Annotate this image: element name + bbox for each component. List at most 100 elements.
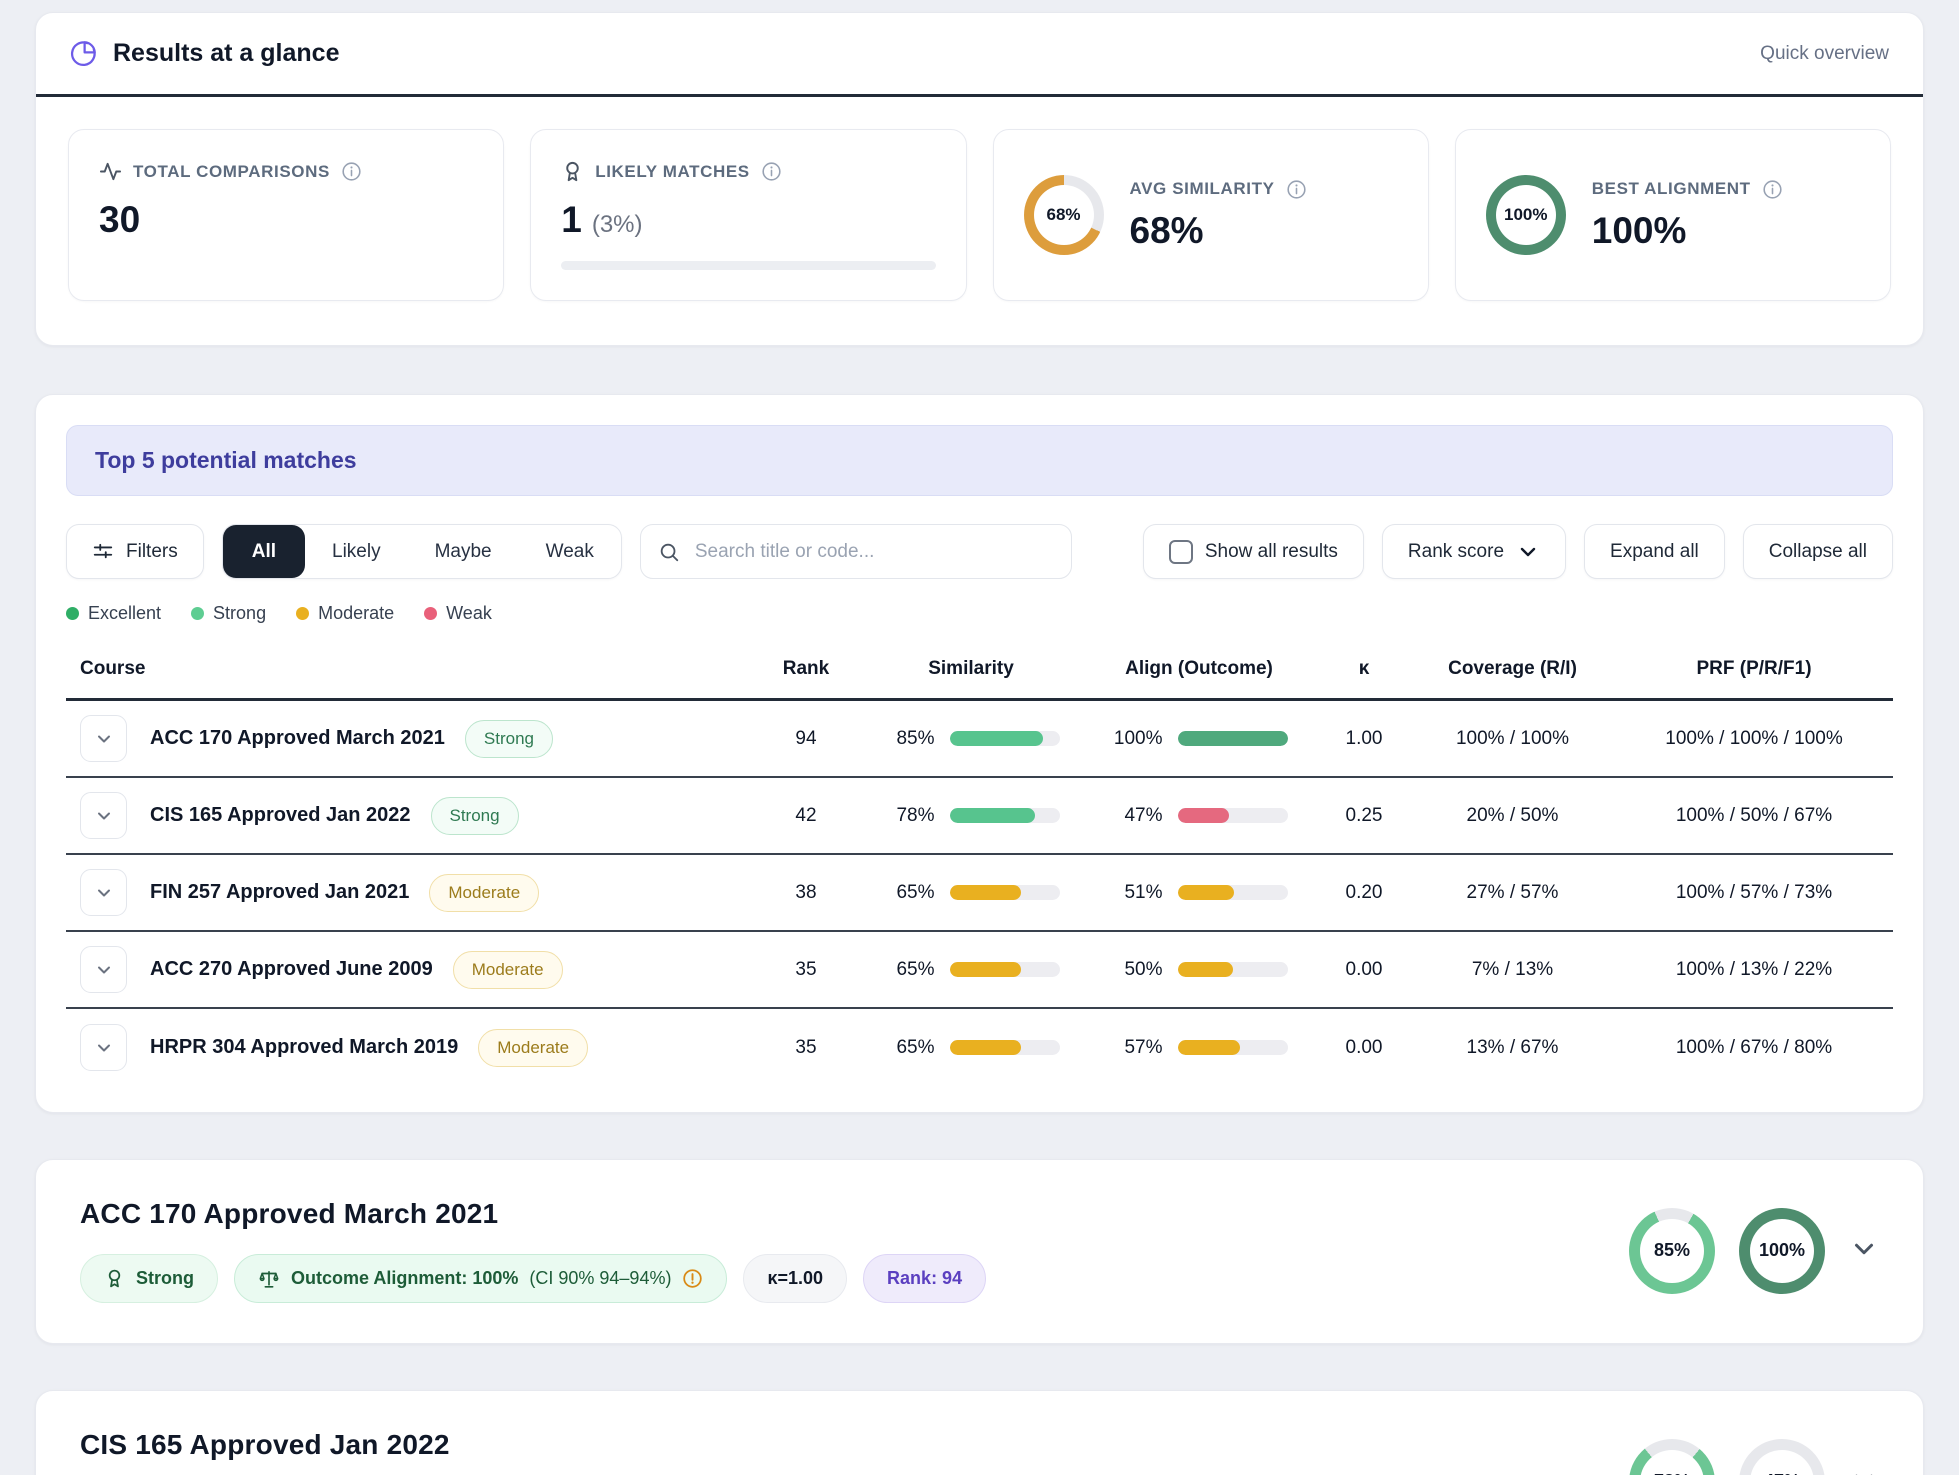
legend-item-moderate: Moderate bbox=[296, 603, 394, 624]
info-icon[interactable] bbox=[1286, 179, 1307, 200]
kappa-value: 1.00 bbox=[1318, 728, 1410, 750]
info-icon[interactable] bbox=[761, 161, 782, 182]
matches-banner: Top 5 potential matches bbox=[66, 425, 1893, 496]
prf-value: 100% / 57% / 73% bbox=[1615, 882, 1893, 904]
scales-icon bbox=[258, 1268, 280, 1290]
similarity-value: 85% bbox=[883, 728, 935, 750]
sort-dropdown[interactable]: Rank score bbox=[1382, 524, 1566, 579]
row-expand-button[interactable] bbox=[80, 792, 127, 839]
checkbox[interactable] bbox=[1169, 540, 1193, 564]
strength-label: Strong bbox=[136, 1268, 194, 1289]
detail-card-acc170: ACC 170 Approved March 2021 Strong Outco… bbox=[35, 1159, 1924, 1344]
rank-value: 35 bbox=[750, 1037, 862, 1059]
stat-value-suffix: (3%) bbox=[592, 211, 643, 239]
align-bar bbox=[1178, 731, 1288, 746]
confidence-interval: (CI 90% 94–94%) bbox=[529, 1268, 671, 1289]
tab-maybe[interactable]: Maybe bbox=[408, 525, 519, 578]
detail-expand-button[interactable] bbox=[1849, 1465, 1879, 1475]
filters-button[interactable]: Filters bbox=[66, 524, 204, 579]
table-row: ACC 170 Approved March 2021Strong 94 85%… bbox=[66, 701, 1893, 778]
expand-all-button[interactable]: Expand all bbox=[1584, 524, 1725, 579]
coverage-value: 20% / 50% bbox=[1410, 805, 1615, 827]
tab-weak[interactable]: Weak bbox=[519, 525, 621, 578]
similarity-bar bbox=[950, 1040, 1060, 1055]
stat-avg-similarity: 68% AVG SIMILARITY 68% bbox=[993, 129, 1429, 301]
legend-label: Moderate bbox=[318, 603, 394, 624]
similarity-bar bbox=[950, 808, 1060, 823]
stat-value: 30 bbox=[99, 199, 473, 241]
donut-value: 100% bbox=[1759, 1240, 1805, 1261]
outcome-alignment-badge: Outcome Alignment: 100% (CI 90% 94–94%) bbox=[234, 1254, 727, 1303]
coverage-value: 100% / 100% bbox=[1410, 728, 1615, 750]
stat-value: 68% bbox=[1130, 210, 1307, 252]
info-icon[interactable] bbox=[341, 161, 362, 182]
stat-likely-matches: LIKELY MATCHES 1 (3%) bbox=[530, 129, 966, 301]
row-expand-button[interactable] bbox=[80, 869, 127, 916]
pie-chart-icon bbox=[70, 40, 97, 67]
similarity-donut: 78% bbox=[1629, 1439, 1715, 1475]
similarity-value: 65% bbox=[883, 959, 935, 981]
legend: Excellent Strong Moderate Weak bbox=[66, 603, 1893, 624]
kappa-value: 0.00 bbox=[1318, 1037, 1410, 1059]
similarity-value: 65% bbox=[883, 1037, 935, 1059]
alignment-label: Outcome Alignment: 100% bbox=[291, 1268, 518, 1289]
similarity-bar bbox=[950, 885, 1060, 900]
table-row: HRPR 304 Approved March 2019Moderate 35 … bbox=[66, 1009, 1893, 1086]
rank-value: 38 bbox=[750, 882, 862, 904]
align-value: 57% bbox=[1111, 1037, 1163, 1059]
detail-title: CIS 165 Approved Jan 2022 bbox=[80, 1429, 976, 1461]
kappa-value: 0.25 bbox=[1318, 805, 1410, 827]
similarity-donut: 68% bbox=[1024, 175, 1104, 255]
chevron-down-icon bbox=[94, 806, 114, 826]
course-name: ACC 170 Approved March 2021 bbox=[150, 727, 445, 750]
legend-dot bbox=[424, 607, 437, 620]
legend-item-excellent: Excellent bbox=[66, 603, 161, 624]
legend-label: Strong bbox=[213, 603, 266, 624]
coverage-value: 13% / 67% bbox=[1410, 1037, 1615, 1059]
warning-icon[interactable] bbox=[682, 1268, 703, 1289]
prf-value: 100% / 67% / 80% bbox=[1615, 1037, 1893, 1059]
search-input[interactable] bbox=[640, 524, 1072, 579]
stat-value: 100% bbox=[1592, 210, 1783, 252]
show-all-label: Show all results bbox=[1205, 541, 1338, 563]
align-value: 51% bbox=[1111, 882, 1163, 904]
align-bar bbox=[1178, 885, 1288, 900]
similarity-value: 78% bbox=[883, 805, 935, 827]
detail-expand-button[interactable] bbox=[1849, 1234, 1879, 1267]
legend-label: Excellent bbox=[88, 603, 161, 624]
show-all-results-toggle[interactable]: Show all results bbox=[1143, 524, 1364, 579]
stat-value: 1 bbox=[561, 199, 582, 241]
donut-value: 78% bbox=[1654, 1471, 1690, 1475]
chevron-down-icon bbox=[94, 729, 114, 749]
legend-dot bbox=[66, 607, 79, 620]
legend-item-weak: Weak bbox=[424, 603, 492, 624]
stat-label: AVG SIMILARITY bbox=[1130, 179, 1275, 199]
table-row: ACC 270 Approved June 2009Moderate 35 65… bbox=[66, 932, 1893, 1009]
chevron-down-icon bbox=[1849, 1234, 1879, 1264]
activity-icon bbox=[99, 160, 122, 183]
strength-badge: Moderate bbox=[453, 951, 563, 989]
chevron-down-icon bbox=[94, 960, 114, 980]
column-kappa: κ bbox=[1318, 658, 1410, 680]
stat-label: TOTAL COMPARISONS bbox=[133, 162, 330, 182]
donut-value: 85% bbox=[1654, 1240, 1690, 1261]
alignment-donut: 47% bbox=[1739, 1439, 1825, 1475]
donut-value: 47% bbox=[1764, 1471, 1800, 1475]
row-expand-button[interactable] bbox=[80, 946, 127, 993]
course-name: HRPR 304 Approved March 2019 bbox=[150, 1036, 458, 1059]
row-expand-button[interactable] bbox=[80, 1024, 127, 1071]
alignment-donut: 100% bbox=[1739, 1208, 1825, 1294]
tab-all[interactable]: All bbox=[223, 525, 305, 578]
align-value: 47% bbox=[1111, 805, 1163, 827]
kappa-value: 0.00 bbox=[1318, 959, 1410, 981]
row-expand-button[interactable] bbox=[80, 715, 127, 762]
info-icon[interactable] bbox=[1762, 179, 1783, 200]
strength-badge: Strong bbox=[80, 1254, 218, 1303]
coverage-value: 27% / 57% bbox=[1410, 882, 1615, 904]
collapse-all-button[interactable]: Collapse all bbox=[1743, 524, 1893, 579]
search-icon bbox=[658, 541, 680, 563]
similarity-donut: 85% bbox=[1629, 1208, 1715, 1294]
tab-likely[interactable]: Likely bbox=[305, 525, 408, 578]
rank-value: 42 bbox=[750, 805, 862, 827]
similarity-bar bbox=[950, 962, 1060, 977]
